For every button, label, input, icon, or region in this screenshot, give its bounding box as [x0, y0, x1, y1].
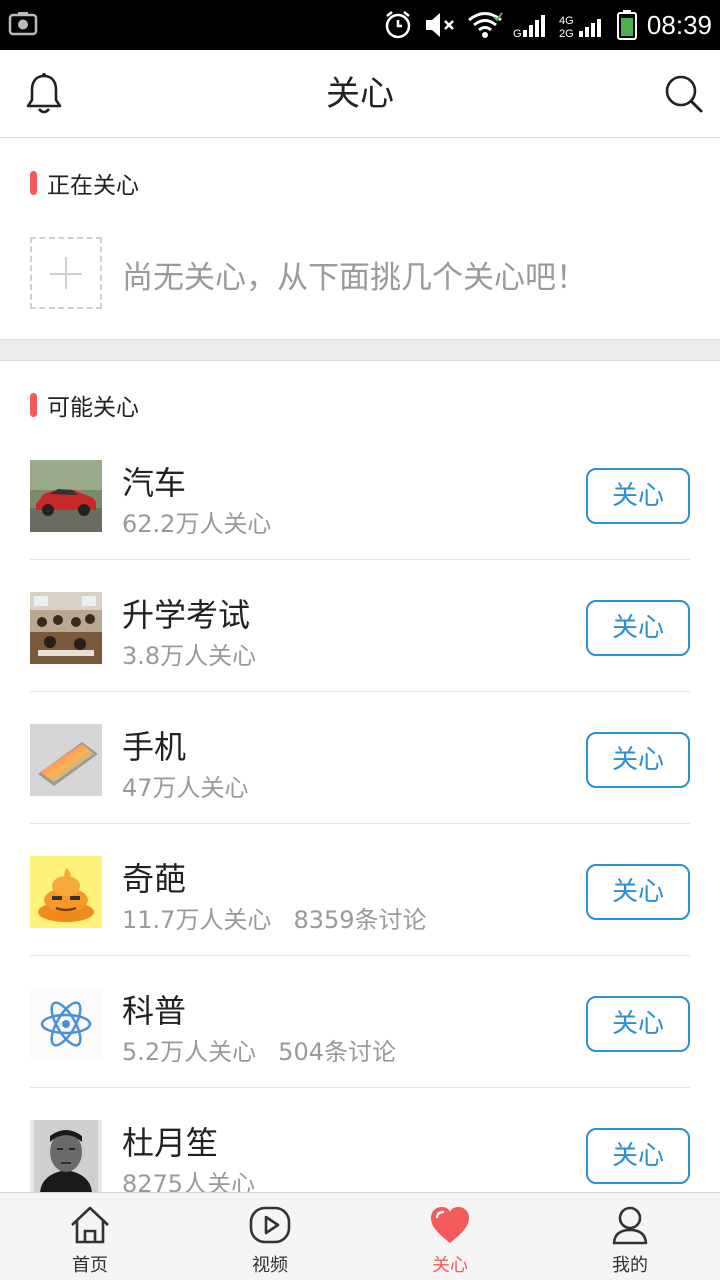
nav-label: 关心	[432, 1255, 468, 1276]
following-title-text: 正在关心	[47, 173, 139, 199]
video-icon	[249, 1206, 291, 1244]
follow-button[interactable]: 关心	[586, 1128, 690, 1184]
list-item[interactable]: 汽车 62.2万人关心 关心	[0, 428, 720, 560]
nav-item-mine[interactable]: 我的	[540, 1193, 720, 1280]
empty-following-message: 尚无关心，从下面挑几个关心吧！	[122, 260, 587, 296]
app-header: 关心	[0, 50, 720, 138]
follower-count: 62.2万人关心	[122, 510, 272, 538]
nav-item-home[interactable]: 首页	[0, 1193, 180, 1280]
nav-item-video[interactable]: 视频	[180, 1193, 360, 1280]
network-type-g: G	[513, 28, 522, 39]
suggest-title-text: 可能关心	[47, 395, 139, 421]
topic-name: 手机	[122, 728, 187, 766]
battery-icon	[616, 10, 637, 40]
section-marker	[30, 171, 37, 195]
list-item[interactable]: 升学考试 3.8万人关心 关心	[0, 560, 720, 692]
following-section-title: 正在关心	[30, 166, 139, 200]
network-type-2g: 2G	[559, 28, 574, 39]
topic-thumbnail-car	[30, 460, 102, 532]
topic-thumbnail-atom	[30, 988, 102, 1060]
topic-thumbnail-portrait	[30, 1120, 102, 1192]
follower-count: 11.7万人关心	[122, 906, 272, 934]
follow-button[interactable]: 关心	[586, 996, 690, 1052]
topic-name: 科普	[122, 992, 187, 1030]
topic-stats: 11.7万人关心 8359条讨论	[122, 900, 427, 935]
suggest-section-title: 可能关心	[30, 388, 139, 422]
discussion-count: 504条讨论	[278, 1038, 396, 1066]
list-item[interactable]: 科普 5.2万人关心 504条讨论 关心	[0, 956, 720, 1088]
follow-button[interactable]: 关心	[586, 864, 690, 920]
topic-name: 升学考试	[122, 596, 251, 634]
topic-stats: 47万人关心	[122, 768, 249, 803]
search-icon[interactable]	[664, 74, 704, 114]
suggest-list: 汽车 62.2万人关心 关心 升学考试 3.8万人关心 关心 手机 47万人关心…	[0, 428, 720, 1220]
heart-icon	[431, 1207, 469, 1243]
signal-icon: G	[513, 15, 545, 39]
section-divider	[0, 339, 720, 361]
topic-thumbnail-classroom	[30, 592, 102, 664]
follow-button[interactable]: 关心	[586, 468, 690, 524]
status-bar: G 4G 2G 08:39	[0, 0, 720, 50]
topic-thumbnail-poop	[30, 856, 102, 928]
follower-count: 5.2万人关心	[122, 1038, 257, 1066]
add-follow-placeholder[interactable]	[30, 237, 102, 309]
signal-icon-2: 4G 2G	[559, 15, 601, 39]
topic-stats: 62.2万人关心	[122, 504, 271, 539]
follower-count: 3.8万人关心	[122, 642, 257, 670]
topic-name: 奇葩	[122, 860, 187, 898]
nav-label: 首页	[72, 1255, 108, 1276]
bottom-nav: 首页 视频 关心 我的	[0, 1192, 720, 1280]
screenshot-icon	[8, 12, 38, 36]
topic-name: 杜月笙	[122, 1124, 219, 1162]
nav-label: 视频	[252, 1255, 288, 1276]
follower-count: 47万人关心	[122, 774, 249, 802]
network-type-4g: 4G	[559, 15, 574, 27]
topic-stats: 5.2万人关心 504条讨论	[122, 1032, 396, 1067]
mute-icon	[425, 13, 454, 37]
wifi-icon	[467, 12, 503, 38]
follow-button[interactable]: 关心	[586, 600, 690, 656]
user-icon	[612, 1206, 648, 1245]
alarm-icon	[385, 11, 411, 39]
topic-name: 汽车	[122, 464, 187, 502]
page-title: 关心	[326, 74, 394, 114]
nav-item-follow[interactable]: 关心	[360, 1193, 540, 1280]
list-item[interactable]: 手机 47万人关心 关心	[0, 692, 720, 824]
list-item[interactable]: 奇葩 11.7万人关心 8359条讨论 关心	[0, 824, 720, 956]
discussion-count: 8359条讨论	[293, 906, 427, 934]
topic-stats: 3.8万人关心	[122, 636, 256, 671]
follow-button[interactable]: 关心	[586, 732, 690, 788]
home-icon	[71, 1206, 109, 1244]
topic-thumbnail-phone	[30, 724, 102, 796]
clock: 08:39	[646, 9, 712, 40]
section-marker	[30, 393, 37, 417]
nav-label: 我的	[612, 1255, 648, 1276]
